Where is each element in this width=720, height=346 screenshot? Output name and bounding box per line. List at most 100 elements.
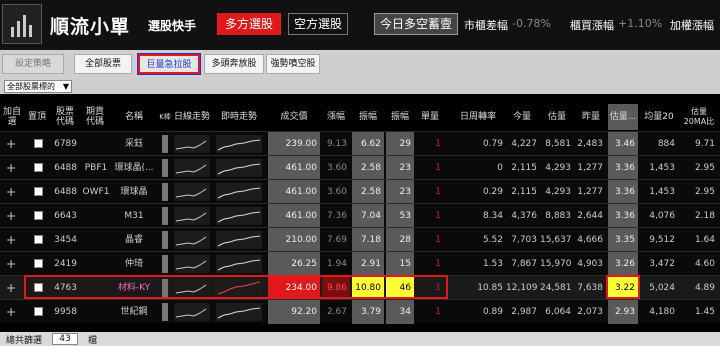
tab-bull-stocks[interactable]: 多頭奔放股 <box>204 54 264 74</box>
today-summary-button[interactable]: 今日多空蓄壹 <box>374 13 458 35</box>
cell-yest: 2,644 <box>577 211 603 221</box>
long-mode-button[interactable]: 多方選股 <box>217 13 281 35</box>
add-watchlist-icon[interactable]: + <box>6 252 16 276</box>
cell-change: 2.67 <box>326 307 347 317</box>
col-vol-yest[interactable]: 昨量 <box>576 104 606 130</box>
cell-amp2: 53 <box>386 204 414 228</box>
cell-vol: 12,109 <box>506 283 538 293</box>
cell-avg20: 3,472 <box>649 259 675 269</box>
cell-code: 9958 <box>54 307 77 317</box>
pin-checkbox[interactable] <box>34 139 43 148</box>
col-amp1[interactable]: 振幅 <box>352 104 384 130</box>
col-vol-est[interactable]: 估量 <box>540 104 574 130</box>
cell-vol: 2,987 <box>511 307 537 317</box>
logo-icon <box>2 4 42 44</box>
col-est-ratio[interactable]: 估量... <box>608 104 638 130</box>
daily-trend-chart <box>174 207 210 225</box>
cell-amp1: 6.62 <box>352 132 384 156</box>
col-code[interactable]: 股票代碼 <box>52 104 78 130</box>
cell-fut <box>82 276 110 300</box>
set-strategy-button[interactable]: 設定策略 <box>2 54 64 74</box>
cell-qty: 1 <box>435 283 441 293</box>
table-row[interactable]: +9958 世紀鋼 92.20 2.67 3.79 34 1 0.89 2,987 6,064 2,… <box>0 299 720 324</box>
cell-ma: 4.89 <box>694 283 715 293</box>
cell-code: 3454 <box>54 235 77 245</box>
table-row[interactable]: +6643 M31 461.00 7.36 7.04 53 1 8.34 4,376 8,883 2… <box>0 203 720 228</box>
cell-qty: 1 <box>435 211 441 221</box>
cell-est: 8,883 <box>545 211 571 221</box>
col-vol-today[interactable]: 今量 <box>506 104 538 130</box>
intraday-trend-chart <box>216 207 262 225</box>
table-row[interactable]: +6488 PBF1 環球晶(... 461.00 3.60 2.58 23 1 0 2,115 4… <box>0 155 720 180</box>
add-watchlist-icon[interactable]: + <box>6 276 16 300</box>
add-watchlist-icon[interactable]: + <box>6 132 16 156</box>
intraday-trend-chart <box>216 135 262 153</box>
add-watchlist-icon[interactable]: + <box>6 228 16 252</box>
daily-trend-chart <box>174 255 210 273</box>
col-fut[interactable]: 期貨代碼 <box>82 104 108 130</box>
cell-name[interactable]: 環球晶(... <box>110 156 158 180</box>
tab-all-stocks[interactable]: 全部股票 <box>74 54 132 74</box>
col-avg20[interactable]: 均量20 <box>640 104 678 130</box>
footer-unit: 檔 <box>88 336 98 346</box>
cell-avg20: 1,453 <box>649 163 675 173</box>
pin-checkbox[interactable] <box>34 259 43 268</box>
stock-filter-select[interactable]: 全部股票標的 ▼ <box>4 80 72 93</box>
col-intraday[interactable]: 即時走勢 <box>214 104 264 130</box>
tab-volume-surge[interactable]: 巨量急拉股 <box>137 53 201 75</box>
table-row[interactable]: +2419 仲琦 26.25 1.94 2.91 15 1 1.53 7,867 15,970 4,… <box>0 251 720 276</box>
tab-bear-stocks[interactable]: 強勢噴空股 <box>266 54 320 74</box>
intraday-trend-chart <box>216 303 262 321</box>
add-watchlist-icon[interactable]: + <box>6 300 16 324</box>
cell-ratio: 2.93 <box>608 300 638 324</box>
pin-checkbox[interactable] <box>34 211 43 220</box>
cell-name[interactable]: M31 <box>110 204 158 228</box>
pin-checkbox[interactable] <box>34 163 43 172</box>
table-row[interactable]: +6488 OWF1 環球晶 461.00 3.60 2.58 23 1 0.29 2,115 4,… <box>0 179 720 204</box>
daily-trend-chart <box>174 159 210 177</box>
col-add[interactable]: 加自選 <box>0 104 24 130</box>
cell-price: 239.00 <box>268 132 320 156</box>
table-row[interactable]: +6789 采鈺 239.00 9.13 6.62 29 1 0.79 4,227 8,581 2,… <box>0 131 720 156</box>
cell-turnover: 0.79 <box>482 139 503 149</box>
cell-avg20: 5,024 <box>649 283 675 293</box>
intraday-trend-chart <box>216 279 262 297</box>
cell-name[interactable]: 晶睿 <box>110 228 158 252</box>
cell-name[interactable]: 世紀鋼 <box>110 300 158 324</box>
table-row[interactable]: +3454 晶睿 210.00 7.69 7.18 28 1 5.52 7,703 15,637 4… <box>0 227 720 252</box>
daily-trend-chart <box>174 231 210 249</box>
col-change[interactable]: 漲幅 <box>322 104 350 130</box>
col-qty[interactable]: 單量 <box>416 104 444 130</box>
col-price[interactable]: 成交價 <box>268 104 320 130</box>
cell-vol: 7,867 <box>511 259 537 269</box>
short-mode-button[interactable]: 空方選股 <box>288 13 348 35</box>
cell-ma: 2.95 <box>694 187 715 197</box>
col-k[interactable]: K棒 <box>158 104 172 130</box>
cell-name[interactable]: 材料-KY <box>110 276 158 300</box>
cell-name[interactable]: 環球晶 <box>110 180 158 204</box>
col-est20[interactable]: 估量 20MA比 <box>680 104 718 130</box>
add-watchlist-icon[interactable]: + <box>6 156 16 180</box>
pin-checkbox[interactable] <box>34 307 43 316</box>
cell-code: 4763 <box>54 283 77 293</box>
add-watchlist-icon[interactable]: + <box>6 204 16 228</box>
pin-checkbox[interactable] <box>34 187 43 196</box>
cell-price: 92.20 <box>268 300 320 324</box>
cell-avg20: 1,453 <box>649 187 675 197</box>
cell-ratio: 3.35 <box>608 228 638 252</box>
col-name[interactable]: 名稱 <box>110 104 158 130</box>
cell-fut <box>82 252 110 276</box>
pin-checkbox[interactable] <box>34 283 43 292</box>
k-bar <box>162 303 168 321</box>
filter-value: 全部股票標的 <box>7 82 55 91</box>
add-watchlist-icon[interactable]: + <box>6 180 16 204</box>
col-pin[interactable]: 置頂 <box>26 104 48 130</box>
cell-turnover: 1.53 <box>482 259 503 269</box>
cell-name[interactable]: 仲琦 <box>110 252 158 276</box>
col-daytrend[interactable]: 日線走勢 <box>172 104 212 130</box>
cell-name[interactable]: 采鈺 <box>110 132 158 156</box>
col-amp2[interactable]: 振幅 <box>386 104 414 130</box>
table-row[interactable]: +4763 材料-KY 234.00 9.86 10.80 46 1 10.85 12,109 2… <box>0 275 720 300</box>
pin-checkbox[interactable] <box>34 235 43 244</box>
col-turnover[interactable]: 日周轉率 <box>450 104 506 130</box>
